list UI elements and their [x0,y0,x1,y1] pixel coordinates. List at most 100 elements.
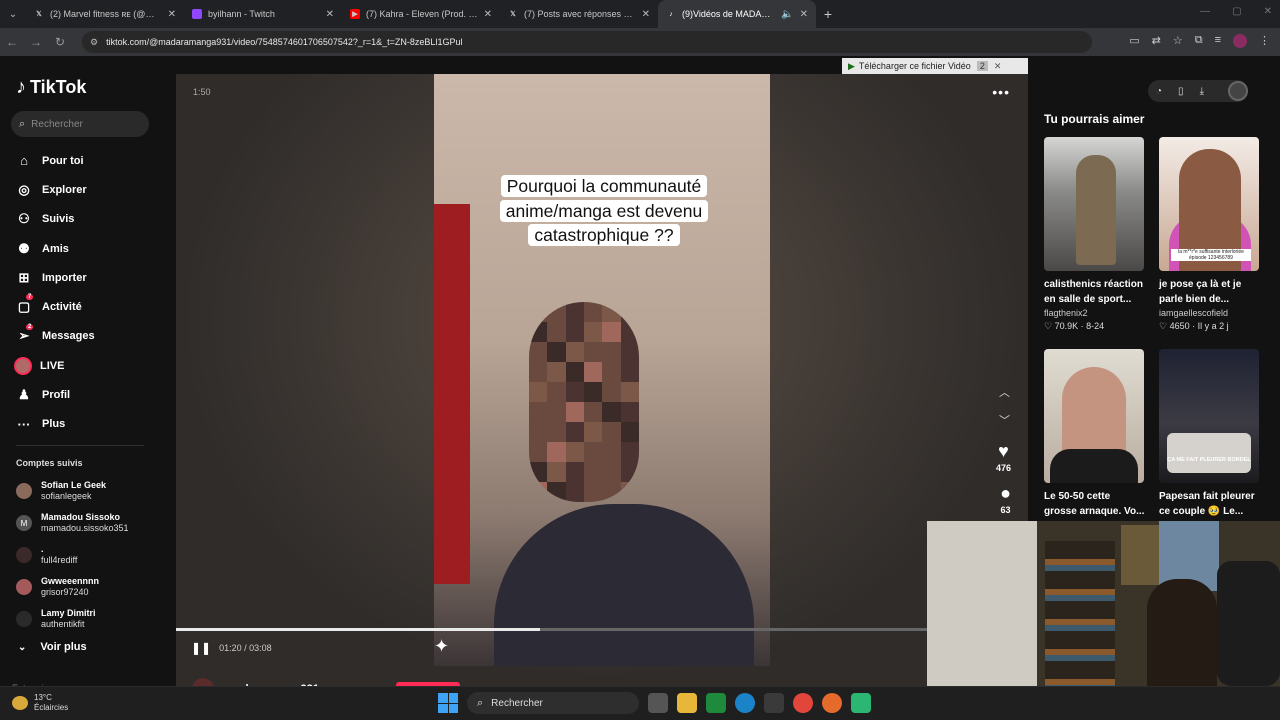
chevron-down-icon: ⌄ [18,641,27,653]
nav-item-importer[interactable]: ⊞ Importer [16,263,95,292]
edge-icon[interactable] [735,693,755,713]
following-account[interactable]: Gwweeennnn grisor97240 [16,571,129,603]
close-tab-icon[interactable]: ✕ [168,9,176,20]
tab-search-icon[interactable]: ⌄ [0,0,26,28]
translate-icon[interactable]: ⇄ [1152,34,1161,48]
file-explorer-icon[interactable] [677,693,697,713]
browser-tab-2[interactable]: ▶ (7) Kahra - Eleven (Prod. @_Tri ✕ [342,0,500,28]
tiktok-logo[interactable]: ♪ TikTok [16,76,86,99]
chevron-up-icon[interactable]: ︿ [999,384,1010,400]
device-icon[interactable]: ▯ [1178,86,1184,97]
notification-badge: 2 [26,323,34,330]
speed-icon[interactable]: ◔ [1156,86,1162,97]
reload-icon[interactable]: ↻ [48,35,72,49]
close-window-icon[interactable]: ✕ [1264,6,1272,17]
close-icon[interactable]: ✕ [994,61,1002,72]
send-icon: ➢ [18,328,30,344]
weather-desc: Éclaircies [34,703,69,712]
sidebar-divider [16,445,144,446]
weather-widget[interactable]: 13°C Éclaircies [12,693,68,713]
nav-item-pour-toi[interactable]: ⌂ Pour toi [16,146,95,175]
live-avatar-icon [14,356,32,375]
video-progress-bar[interactable] [176,628,1028,631]
browser-tab-4[interactable]: ♪ (9)Vidéos de MADARA MA 🔈 ✕ [658,0,816,28]
nav-item-explorer[interactable]: ◎ Explorer [16,175,95,204]
see-more-button[interactable]: ⌄ Voir plus [18,641,87,653]
recommended-video-card[interactable]: ÇA ME FAIT PLEURER BORDEL Papesan fait p… [1159,349,1260,519]
forward-icon[interactable]: → [24,35,48,49]
window-controls: — ▢ ✕ [1200,6,1272,17]
profile-avatar[interactable] [1233,34,1247,48]
comment-icon: ● [1000,483,1011,503]
download-icon[interactable]: ⤓ [1200,86,1204,97]
close-tab-icon[interactable]: ✕ [484,9,492,20]
recommended-video-card[interactable]: Le 50-50 cette grosse arnaque. Vo... [1044,349,1145,519]
following-account[interactable]: Sofian Le Geek sofianlegeek [16,475,129,507]
chevron-down-icon[interactable]: ﹀ [999,412,1010,428]
browser-tab-3[interactable]: 𝕏 (7) Posts avec réponses de Boo ✕ [500,0,658,28]
search-input[interactable]: ⌕ Rechercher [11,111,149,137]
logo-text: TikTok [30,77,87,97]
minimize-icon[interactable]: — [1200,6,1210,17]
bookmark-star-icon[interactable]: ☆ [1173,34,1183,48]
close-tab-icon[interactable]: ✕ [326,9,334,20]
like-button[interactable]: ♥ 476 [996,442,1011,473]
video-author[interactable]: madaramanga931 [192,678,319,686]
close-tab-icon[interactable]: ✕ [800,9,808,20]
comment-count: 63 [1000,505,1011,515]
comment-button[interactable]: ● 63 [1000,484,1011,515]
video-author: flagthenix2 [1044,308,1088,318]
nav-label: Plus [42,418,66,431]
recommended-video-card[interactable]: la m**r*e suffisante interloriée épisode… [1159,137,1260,333]
site-info-icon[interactable]: ⚙ [90,37,98,48]
search-icon: ⌕ [477,696,484,709]
profile-icon: ♟ [18,387,30,403]
following-account[interactable]: Lamy Dimitri authentikfit [16,603,129,635]
following-account[interactable]: . full4rediff [16,539,129,571]
extensions-icon[interactable]: ⧉ [1195,34,1203,48]
pause-icon[interactable]: ❚❚ [191,641,211,655]
nav-item-profil[interactable]: ♟ Profil [16,380,95,409]
nav-item-amis[interactable]: ⚉ Amis [16,234,95,263]
mute-tab-icon[interactable]: 🔈 [781,9,793,20]
menu-icon[interactable]: ⋮ [1259,34,1270,48]
chrome-icon[interactable] [793,693,813,713]
tab-groups-icon[interactable]: ≡ [1215,34,1221,48]
store-icon[interactable] [764,693,784,713]
nvidia-icon[interactable] [706,693,726,713]
video-thumbnail: la m**r*e suffisante interloriée épisode… [1159,137,1259,271]
cast-icon[interactable]: ▭ [1129,34,1139,48]
nav-item-plus[interactable]: ··· Plus [16,410,95,439]
tab-title: byilhann - Twitch [208,9,275,19]
app-icon[interactable] [851,693,871,713]
browser-tab-0[interactable]: 𝕏 (2) Marvel fitness ʀᴇ (@Marvel_ ✕ [26,0,184,28]
more-options-icon[interactable]: ••• [992,84,1010,100]
video-player[interactable]: Pourquoi la communauté anime/manga est d… [176,74,1028,686]
url-text: tiktok.com/@madaramanga931/video/7548574… [106,37,463,47]
compass-icon: ◎ [18,181,30,197]
firefox-icon[interactable] [822,693,842,713]
video-description: je pose ça là et je parle bien de... [1159,279,1242,305]
download-video-bar[interactable]: ▶ Télécharger ce fichier Vidéo 2 ✕ [842,58,1028,74]
new-tab-button[interactable]: + [816,6,840,22]
video-description: Papesan fait pleurer ce couple 🥹 Le... [1159,491,1255,517]
video-frame[interactable]: Pourquoi la communauté anime/manga est d… [434,74,770,666]
following-account[interactable]: M Mamadou Sissoko mamadou.sissoko351 [16,507,129,539]
user-avatar[interactable] [1228,81,1248,101]
more-icon: ··· [17,416,31,432]
maximize-icon[interactable]: ▢ [1232,6,1241,17]
video-meta: ♡ 70.9K · 8-24 [1044,321,1105,331]
address-bar[interactable]: ⚙ tiktok.com/@madaramanga931/video/75485… [82,31,1092,53]
nav-item-live[interactable]: LIVE [14,351,95,380]
task-view-icon[interactable] [648,693,668,713]
windows-start-icon[interactable] [438,693,458,713]
recommendations-title: Tu pourrais aimer [1044,112,1145,126]
recommended-video-card[interactable]: calisthenics réaction en salle de sport.… [1044,137,1145,333]
back-icon[interactable]: ← [0,35,24,49]
browser-tab-1[interactable]: byilhann - Twitch ✕ [184,0,342,28]
close-tab-icon[interactable]: ✕ [642,9,650,20]
nav-item-suivis[interactable]: ⚇ Suivis [16,205,95,234]
taskbar-search[interactable]: ⌕ Rechercher [467,692,639,714]
nav-item-activite[interactable]: ▢ 7 Activité [16,292,95,321]
nav-item-messages[interactable]: ➢ 2 Messages [16,322,95,351]
